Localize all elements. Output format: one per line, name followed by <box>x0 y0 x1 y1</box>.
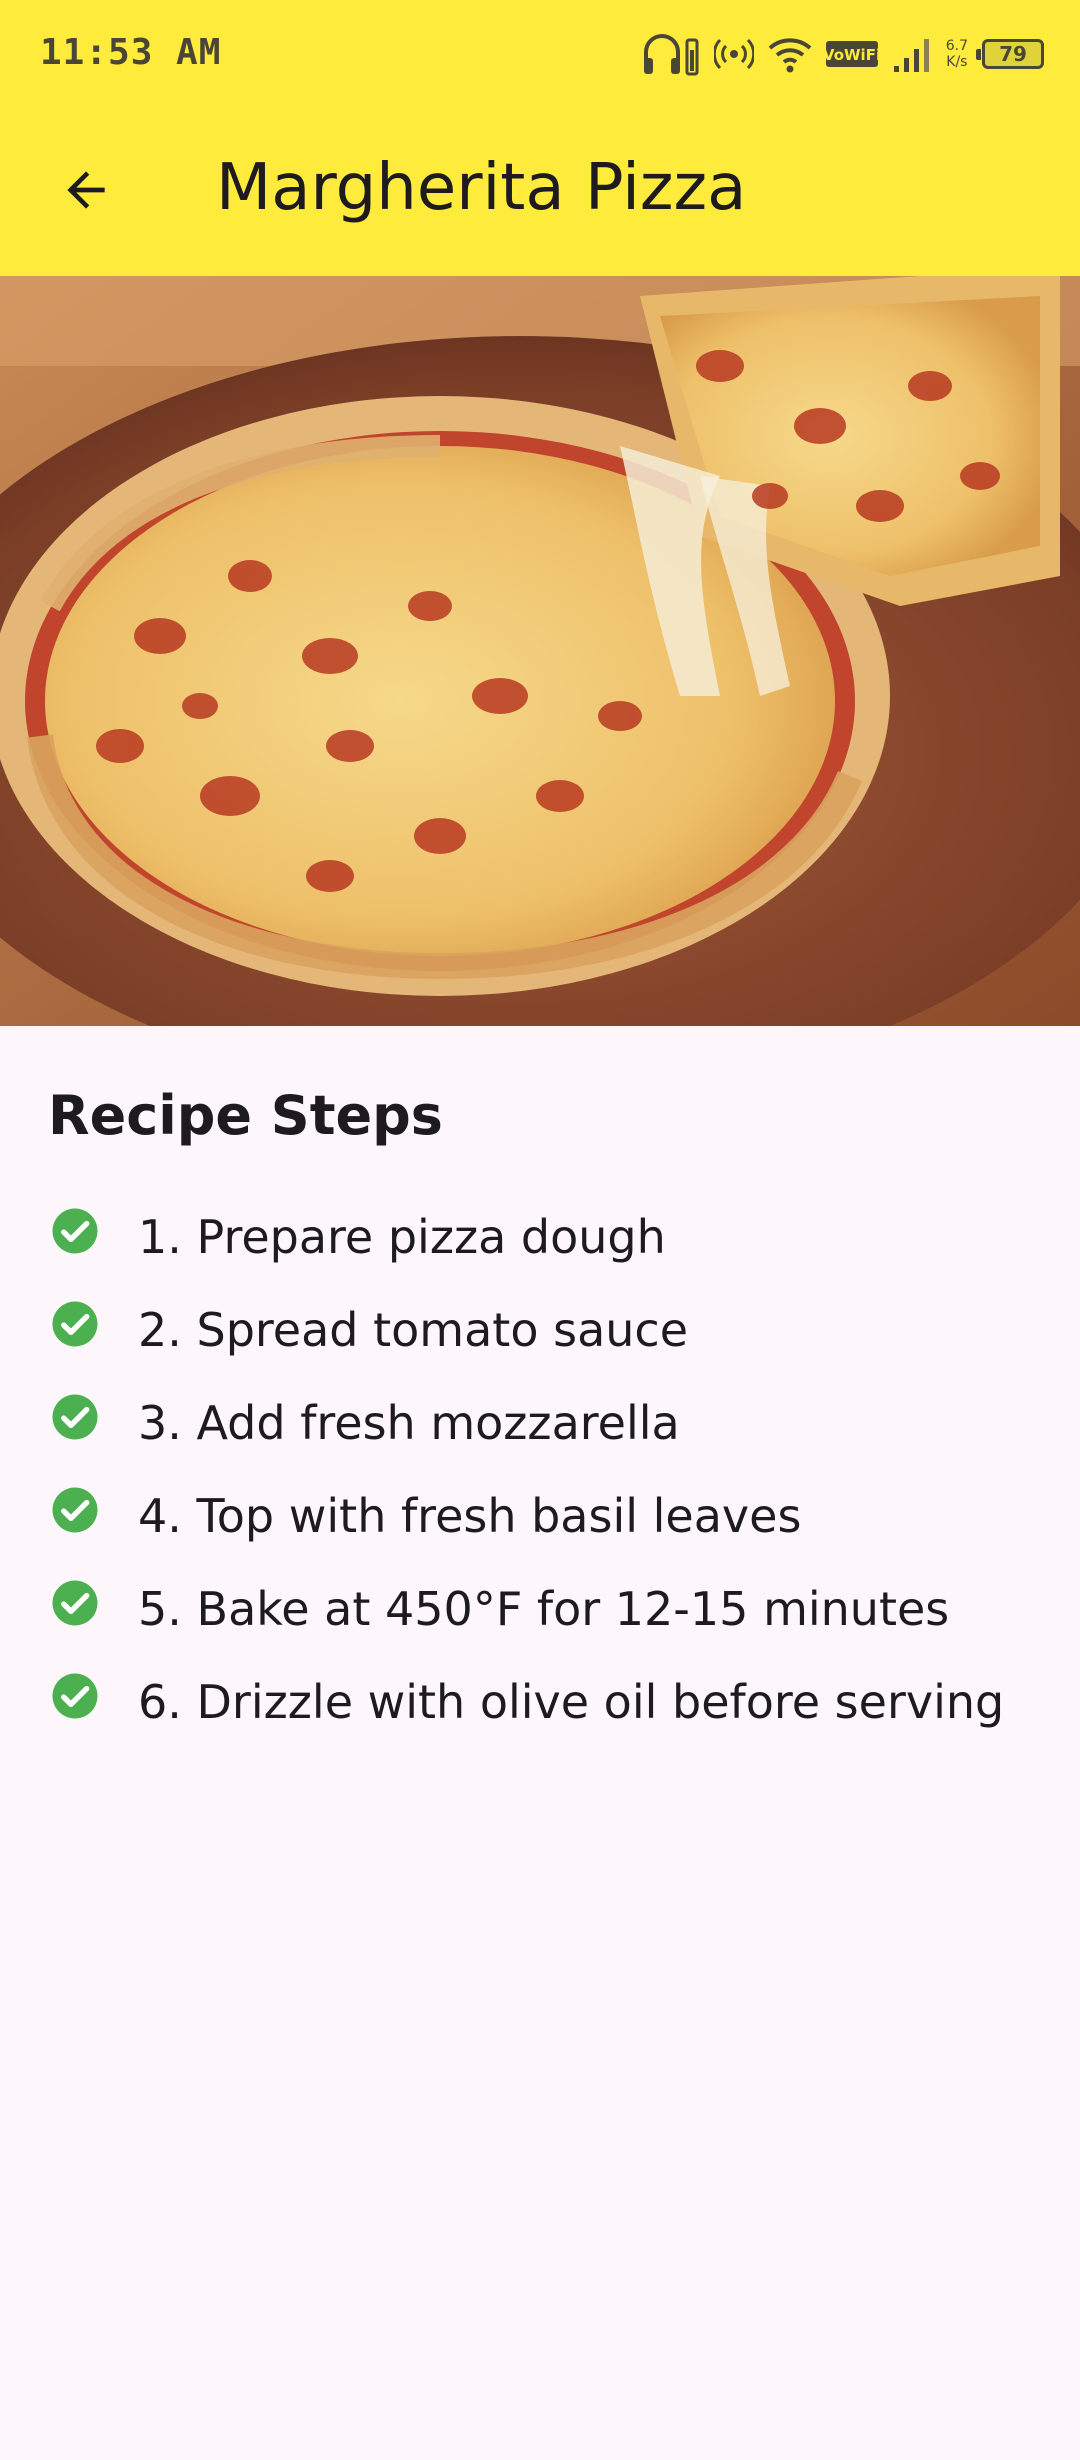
list-item: 3. Add fresh mozzarella <box>48 1376 1048 1469</box>
check-circle-icon <box>52 1301 98 1346</box>
step-text: 1. Prepare pizza dough <box>138 1209 666 1264</box>
check-circle-icon <box>52 1487 98 1532</box>
recipe-steps-list: 1. Prepare pizza dough 2. Spread tomato … <box>48 1190 1048 1748</box>
check-circle-icon <box>52 1394 98 1439</box>
list-item: 4. Top with fresh basil leaves <box>48 1469 1048 1562</box>
list-item: 6. Drizzle with olive oil before serving <box>48 1655 1048 1748</box>
vowifi-icon: VoWiFi <box>825 41 878 67</box>
status-icons: VoWiFi 6.7 K/s 79 <box>642 30 1044 78</box>
step-text: 3. Add fresh mozzarella <box>138 1395 680 1450</box>
page-title: Margherita Pizza <box>216 151 747 225</box>
wifi-icon <box>768 38 812 73</box>
check-circle-icon <box>52 1580 98 1625</box>
toolbar: Margherita Pizza <box>0 108 1080 276</box>
list-item: 2. Spread tomato sauce <box>48 1283 1048 1376</box>
cell-signal-icon <box>893 39 929 72</box>
list-item: 1. Prepare pizza dough <box>48 1190 1048 1283</box>
battery-icon: 79 <box>976 39 1044 69</box>
arrow-back-icon <box>67 171 105 209</box>
step-text: 6. Drizzle with olive oil before serving <box>138 1674 1005 1729</box>
network-speed-unit: K/s <box>946 54 968 70</box>
hotspot-icon <box>713 38 754 70</box>
pizza-photo <box>0 276 1080 1026</box>
check-circle-icon <box>52 1673 98 1718</box>
recipe-steps-title: Recipe Steps <box>48 1084 443 1147</box>
check-circle-icon <box>52 1208 98 1253</box>
step-text: 4. Top with fresh basil leaves <box>138 1488 802 1543</box>
network-speed: 6.7 K/s <box>946 38 968 70</box>
step-text: 2. Spread tomato sauce <box>138 1302 689 1357</box>
recipe-hero-image <box>0 276 1080 1026</box>
battery-level: 79 <box>999 42 1027 66</box>
network-speed-value: 6.7 <box>945 38 968 54</box>
status-time: 11:53 AM <box>40 32 222 73</box>
vowifi-label: VoWiFi <box>826 46 878 64</box>
back-button[interactable] <box>44 148 128 232</box>
step-text: 5. Bake at 450°F for 12-15 minutes <box>138 1581 950 1636</box>
list-item: 5. Bake at 450°F for 12-15 minutes <box>48 1562 1048 1655</box>
headphones-battery-icon <box>643 34 699 76</box>
app-header: 11:53 AM VoWiFi <box>0 0 1080 276</box>
status-bar: 11:53 AM VoWiFi <box>0 0 1080 108</box>
